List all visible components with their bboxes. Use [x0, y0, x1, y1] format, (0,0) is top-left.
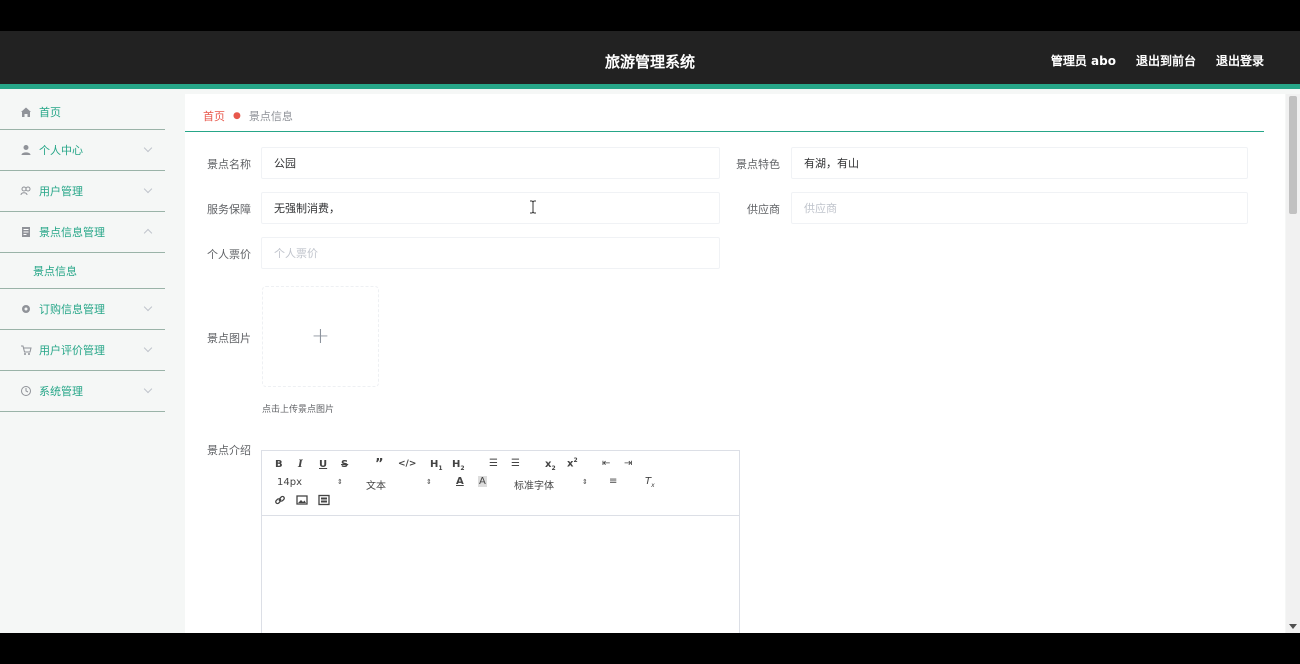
- rich-text-editor: B I U S ” </> H1 H2 ☰ ☰ x2 x2 ⇤ ⇥ 14px ⇕: [261, 450, 740, 633]
- superscript-icon[interactable]: x2: [567, 457, 578, 469]
- breadcrumb-divider: [185, 131, 1264, 132]
- main-content: 首页 ● 景点信息 景点名称 公园 景点特色 有湖，有山 服务保障 无强制消费，…: [185, 94, 1285, 633]
- bold-icon[interactable]: B: [275, 459, 283, 470]
- background-color-icon[interactable]: A: [478, 476, 487, 487]
- ordered-list-icon[interactable]: ☰: [489, 458, 498, 469]
- breadcrumb: 首页 ● 景点信息: [203, 108, 293, 124]
- select-arrows-icon: ⇕: [582, 478, 588, 486]
- sidebar-item-reviews[interactable]: 用户评价管理: [0, 330, 165, 371]
- sidebar-item-orders[interactable]: 订购信息管理: [0, 289, 165, 330]
- align-icon[interactable]: ≡: [609, 476, 617, 487]
- price-input[interactable]: 个人票价: [261, 237, 720, 269]
- subscript-icon[interactable]: x2: [545, 459, 556, 472]
- heading-value: 文本: [366, 481, 386, 492]
- letterbox-bottom: [0, 633, 1300, 664]
- sidebar-item-label: 订购信息管理: [39, 303, 105, 316]
- sidebar-item-label: 景点信息: [33, 264, 77, 278]
- page-scrollbar[interactable]: [1286, 94, 1300, 633]
- user-icon: [19, 143, 33, 157]
- sidebar-item-label: 景点信息管理: [39, 226, 105, 239]
- chevron-down-icon: [143, 302, 153, 312]
- sidebar-item-label: 系统管理: [39, 385, 83, 398]
- name-input[interactable]: 公园: [261, 147, 720, 179]
- home-icon: [19, 105, 33, 119]
- font-family-select[interactable]: 标准字体 ⇕: [514, 477, 590, 492]
- front-link[interactable]: 退出到前台: [1136, 52, 1196, 69]
- breadcrumb-current: 景点信息: [248, 110, 293, 123]
- price-label: 个人票价: [207, 248, 251, 261]
- image-upload[interactable]: +: [262, 286, 379, 387]
- name-label: 景点名称: [207, 158, 251, 171]
- font-color-icon[interactable]: A: [456, 476, 464, 487]
- sidebar-item-label: 个人中心: [39, 144, 83, 157]
- sidebar-item-home[interactable]: 首页: [0, 94, 165, 130]
- breadcrumb-home[interactable]: 首页: [203, 108, 225, 124]
- top-header: 旅游管理系统 管理员 abo 退出到前台 退出登录: [0, 31, 1300, 89]
- strikethrough-icon[interactable]: S: [341, 459, 348, 470]
- app-window: 旅游管理系统 管理员 abo 退出到前台 退出登录 首页 个人中心 用户管理 景…: [0, 31, 1300, 633]
- sidebar: 首页 个人中心 用户管理 景点信息管理 景点信息 订购信息管理 用户评价管理 系…: [0, 94, 165, 633]
- editor-content-area[interactable]: [262, 516, 739, 633]
- font-size-value: 14px: [277, 477, 302, 488]
- chevron-down-icon: [143, 143, 153, 153]
- scrollbar-thumb[interactable]: [1289, 96, 1297, 214]
- code-block-icon[interactable]: </>: [398, 459, 416, 469]
- sidebar-item-spot-management[interactable]: 景点信息管理: [0, 212, 165, 253]
- header-actions: 管理员 abo 退出到前台 退出登录: [1051, 52, 1264, 69]
- feature-input[interactable]: 有湖，有山: [791, 147, 1248, 179]
- select-arrows-icon: ⇕: [426, 478, 432, 486]
- font-size-select[interactable]: 14px ⇕: [277, 477, 343, 488]
- supplier-input[interactable]: 供应商: [791, 192, 1248, 224]
- service-label: 服务保障: [207, 203, 251, 216]
- image-icon[interactable]: [296, 494, 308, 509]
- gear-icon: [19, 302, 33, 316]
- sidebar-item-profile[interactable]: 个人中心: [0, 130, 165, 171]
- outdent-icon[interactable]: ⇤: [602, 458, 610, 469]
- feature-label: 景点特色: [736, 158, 780, 171]
- link-icon[interactable]: [274, 494, 286, 509]
- admin-label: 管理员 abo: [1050, 54, 1116, 68]
- video-icon[interactable]: [318, 494, 330, 509]
- heading2-icon[interactable]: H2: [452, 459, 465, 472]
- underline-icon[interactable]: U: [319, 459, 327, 470]
- image-label: 景点图片: [207, 332, 251, 345]
- select-arrows-icon: ⇕: [337, 478, 343, 486]
- sidebar-item-users[interactable]: 用户管理: [0, 171, 165, 212]
- plus-icon: +: [311, 324, 330, 349]
- cart-icon: [19, 343, 33, 357]
- editor-toolbar: B I U S ” </> H1 H2 ☰ ☰ x2 x2 ⇤ ⇥ 14px ⇕: [262, 451, 739, 516]
- italic-icon[interactable]: I: [298, 459, 303, 470]
- clear-format-icon[interactable]: Tx: [645, 476, 655, 489]
- logout-link[interactable]: 退出登录: [1216, 52, 1264, 69]
- document-icon: [19, 225, 33, 239]
- font-family-value: 标准字体: [514, 481, 554, 492]
- sidebar-subitem-spot-info[interactable]: 景点信息: [0, 253, 165, 289]
- sidebar-item-label: 首页: [39, 105, 61, 119]
- sidebar-item-label: 用户评价管理: [39, 344, 105, 357]
- service-input[interactable]: 无强制消费，: [261, 192, 720, 224]
- chevron-down-icon: [143, 184, 153, 194]
- bullet-list-icon[interactable]: ☰: [511, 458, 520, 469]
- blockquote-icon[interactable]: ”: [375, 457, 384, 472]
- chevron-up-icon: [143, 228, 153, 238]
- breadcrumb-separator-icon: ●: [233, 111, 241, 121]
- settings-icon: [19, 384, 33, 398]
- indent-icon[interactable]: ⇥: [624, 458, 632, 469]
- intro-label: 景点介绍: [207, 444, 251, 457]
- upload-tip: 点击上传景点图片: [262, 405, 335, 415]
- letterbox-top: [0, 0, 1300, 31]
- supplier-label: 供应商: [747, 203, 780, 216]
- scroll-down-arrow-icon[interactable]: [1289, 624, 1297, 629]
- text-cursor-icon: [529, 200, 537, 214]
- users-icon: [19, 184, 33, 198]
- heading-select[interactable]: 文本 ⇕: [366, 477, 432, 492]
- chevron-down-icon: [143, 343, 153, 353]
- sidebar-item-label: 用户管理: [39, 185, 83, 198]
- sidebar-item-system[interactable]: 系统管理: [0, 371, 165, 412]
- heading1-icon[interactable]: H1: [430, 459, 443, 472]
- chevron-down-icon: [143, 384, 153, 394]
